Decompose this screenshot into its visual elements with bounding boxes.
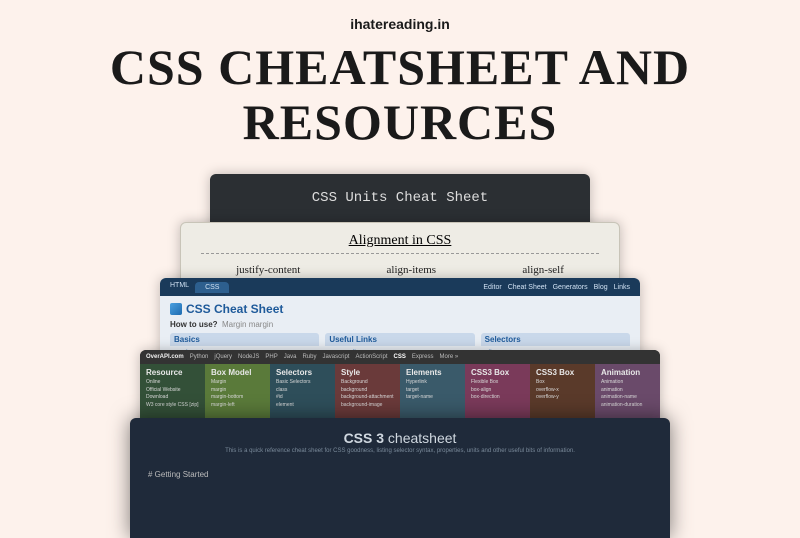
overapi-col-h: CSS3 Box <box>536 368 589 377</box>
csscs-panel-h: Selectors <box>481 333 630 346</box>
overapi-item: element <box>276 402 329 410</box>
alignment-term: align-self <box>522 264 564 276</box>
overapi-brand: OverAPI.com <box>146 354 184 360</box>
overapi-item: Basic Selectors <box>276 379 329 387</box>
overapi-item: overflow-x <box>536 387 589 395</box>
overapi-item: margin-bottom <box>211 394 264 402</box>
overapi-col-h: Animation <box>601 368 654 377</box>
overapi-item: Online <box>146 379 199 387</box>
headline-line-2: RESOURCES <box>0 95 800 150</box>
overapi-nav-item: Java <box>284 354 297 360</box>
csscs-tab-html: HTML <box>170 282 189 293</box>
alignment-card-title: Alignment in CSS <box>201 223 599 254</box>
overapi-nav-item: Ruby <box>302 354 316 360</box>
overapi-item: Margin <box>211 379 264 387</box>
overapi-item: Download <box>146 394 199 402</box>
alignment-term: align-items <box>387 264 437 276</box>
preview-card-css3: CSS 3 cheatsheet This is a quick referen… <box>130 418 670 538</box>
overapi-col-h: Style <box>341 368 394 377</box>
css3-title-bold: CSS 3 <box>344 430 384 446</box>
overapi-item: W3 core style CSS [zip] <box>146 402 199 410</box>
overapi-item: overflow-y <box>536 394 589 402</box>
overapi-item: animation-name <box>601 394 654 402</box>
csscs-tab-css: CSS <box>195 282 229 293</box>
alignment-term: justify-content <box>236 264 300 276</box>
css3-card-section: # Getting Started <box>130 456 670 479</box>
overapi-nav-item: Javascript <box>322 354 349 360</box>
overapi-col-h: Selectors <box>276 368 329 377</box>
css3-card-title: CSS 3 cheatsheet <box>130 418 670 446</box>
overapi-item: target <box>406 387 459 395</box>
overapi-item: #id <box>276 394 329 402</box>
overapi-item: class <box>276 387 329 395</box>
overapi-item: Animation <box>601 379 654 387</box>
csscs-header: CSS Cheat Sheet <box>160 296 640 318</box>
units-card-title: CSS Units Cheat Sheet <box>210 174 590 206</box>
overapi-topbar: OverAPI.com Python jQuery NodeJS PHP Jav… <box>140 350 660 364</box>
overapi-item: background <box>341 387 394 395</box>
alignment-card-row: justify-content align-items align-self <box>181 254 619 276</box>
csscs-panel-h: Useful Links <box>325 333 474 346</box>
overapi-nav-item: jQuery <box>214 354 232 360</box>
overapi-item: Flexible Box <box>471 379 524 387</box>
overapi-item: background-image <box>341 402 394 410</box>
overapi-item: Box <box>536 379 589 387</box>
site-name: ihatereading.in <box>0 0 800 32</box>
preview-stack: CSS Units Cheat Sheet Alignment in CSS j… <box>130 174 670 484</box>
page-title: CSS CHEATSHEET AND RESOURCES <box>0 40 800 150</box>
csscs-nav-item: Links <box>614 284 630 291</box>
overapi-nav-item: NodeJS <box>238 354 259 360</box>
overapi-item: margin <box>211 387 264 395</box>
overapi-nav-item: Express <box>412 354 434 360</box>
overapi-item: margin-left <box>211 402 264 410</box>
css-shield-icon <box>170 303 182 315</box>
csscs-howto-label: How to use? <box>170 320 218 329</box>
overapi-col-h: Elements <box>406 368 459 377</box>
overapi-item: Official Website <box>146 387 199 395</box>
css3-card-subtitle: This is a quick reference cheat sheet fo… <box>130 448 670 456</box>
csscs-howto: How to use? Margin margin <box>160 318 640 333</box>
csscs-title: CSS Cheat Sheet <box>186 302 283 316</box>
overapi-col-h: Resource <box>146 368 199 377</box>
csscs-nav-item: Blog <box>594 284 608 291</box>
overapi-item: background-attachment <box>341 394 394 402</box>
overapi-item: target-name <box>406 394 459 402</box>
overapi-nav-item: PHP <box>265 354 277 360</box>
overapi-item: animation <box>601 387 654 395</box>
headline-line-1: CSS CHEATSHEET AND <box>0 40 800 95</box>
css3-title-light: cheatsheet <box>384 430 456 446</box>
csscs-nav-item: Generators <box>553 284 588 291</box>
csscs-howto-hint: Margin margin <box>222 320 273 329</box>
overapi-col-h: CSS3 Box <box>471 368 524 377</box>
overapi-nav-item: More » <box>440 354 459 360</box>
overapi-nav-item: ActionScript <box>355 354 387 360</box>
overapi-nav-active: CSS <box>393 354 405 360</box>
overapi-item: Background <box>341 379 394 387</box>
overapi-item: animation-duration <box>601 402 654 410</box>
csscs-tabbar: HTML CSS Editor Cheat Sheet Generators B… <box>160 278 640 296</box>
overapi-col-h: Box Model <box>211 368 264 377</box>
csscs-nav-item: Editor <box>483 284 501 291</box>
overapi-nav-item: Python <box>190 354 209 360</box>
csscs-panel-h: Basics <box>170 333 319 346</box>
overapi-item: box-direction <box>471 394 524 402</box>
overapi-item: box-align <box>471 387 524 395</box>
overapi-item: Hyperlink <box>406 379 459 387</box>
csscs-nav-item: Cheat Sheet <box>508 284 547 291</box>
